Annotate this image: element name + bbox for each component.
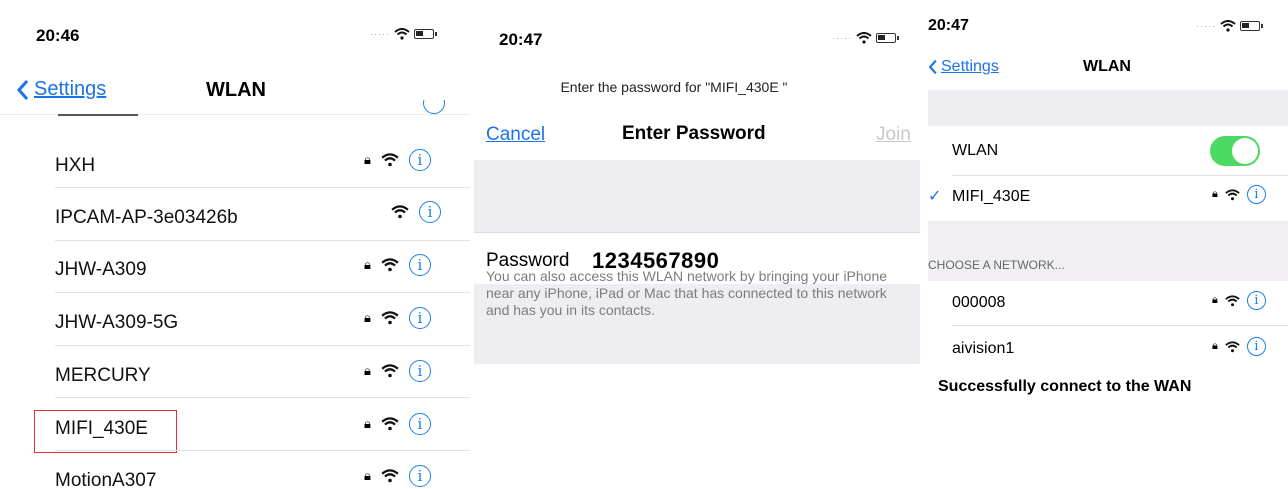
wifi-icon xyxy=(1220,20,1236,32)
network-name[interactable]: 000008 xyxy=(952,294,1005,312)
signal-dots-icon: ····· xyxy=(370,29,390,39)
lock-icon: 🔒︎ xyxy=(364,416,371,431)
chevron-left-icon xyxy=(16,79,29,100)
battery-icon xyxy=(876,33,899,43)
highlight-box xyxy=(34,410,177,453)
row-divider xyxy=(55,450,470,451)
back-button[interactable]: Settings xyxy=(928,58,999,76)
connected-network-name[interactable]: MIFI_430E xyxy=(952,188,1030,206)
join-button[interactable]: Join xyxy=(876,124,911,146)
row-icons: 🔒︎ i xyxy=(1212,291,1266,310)
row-icons: i xyxy=(391,201,441,223)
battery-icon xyxy=(414,29,437,39)
wifi-icon xyxy=(394,28,410,40)
row-divider xyxy=(55,345,470,346)
network-name[interactable]: aivision1 xyxy=(952,340,1014,358)
row-icons: 🔒︎ i xyxy=(364,360,431,382)
signal-dots-icon: ····· xyxy=(832,33,852,43)
wifi-icon xyxy=(381,364,399,378)
row-icons: 🔒︎ i xyxy=(1212,185,1266,204)
info-icon[interactable]: i xyxy=(408,465,431,487)
info-icon[interactable]: i xyxy=(419,201,441,223)
row-icons: 🔒︎ i xyxy=(364,149,431,171)
wifi-icon xyxy=(856,32,872,44)
wifi-icon xyxy=(1225,294,1240,306)
wifi-icon xyxy=(381,258,399,272)
signal-dots-icon: ····· xyxy=(1196,21,1216,31)
back-label: Settings xyxy=(34,78,107,100)
row-icons: 🔒︎ i xyxy=(1212,337,1266,356)
field-divider xyxy=(474,232,920,233)
lock-icon: 🔒︎ xyxy=(1212,294,1218,306)
lock-icon: 🔒︎ xyxy=(1212,340,1218,352)
wifi-icon xyxy=(381,469,399,483)
network-name: HXH xyxy=(55,155,96,176)
wifi-icon xyxy=(391,205,409,219)
wifi-icon xyxy=(1225,188,1240,200)
row-divider xyxy=(952,325,1288,326)
checkmark-icon: ✓ xyxy=(928,188,942,205)
status-time: 20:47 xyxy=(928,17,969,34)
wifi-icon xyxy=(381,311,399,325)
wlan-connected-screen: 20:47 ····· Settings WLAN WLAN ✓ MIFI_43… xyxy=(928,0,1288,489)
network-name: MERCURY xyxy=(55,365,151,386)
row-icons: 🔒︎ i xyxy=(364,254,431,276)
wifi-icon xyxy=(381,153,399,167)
lock-icon: 🔒︎ xyxy=(364,363,371,378)
enter-password-screen: 20:47 ····· Enter the password for "MIFI… xyxy=(474,0,920,489)
info-icon[interactable]: i xyxy=(408,413,431,435)
network-name: JHW-A309-5G xyxy=(55,312,179,333)
row-divider xyxy=(55,292,470,293)
row-divider xyxy=(55,187,470,188)
wifi-icon xyxy=(1225,340,1240,352)
cancel-button[interactable]: Cancel xyxy=(486,124,545,146)
section-header: CHOOSE A NETWORK... xyxy=(928,258,1065,272)
info-icon[interactable]: i xyxy=(1246,291,1266,310)
lock-icon: 🔒︎ xyxy=(1212,188,1218,200)
info-icon[interactable]: i xyxy=(1246,185,1266,204)
lock-icon: 🔒︎ xyxy=(364,152,371,167)
top-band xyxy=(928,90,1288,126)
lock-icon: 🔒︎ xyxy=(364,310,371,325)
wlan-label: WLAN xyxy=(952,142,999,159)
network-name: MotionA307 xyxy=(55,470,157,489)
info-icon[interactable]: i xyxy=(408,149,431,171)
status-icons: ····· xyxy=(370,28,437,40)
row-divider xyxy=(55,397,470,398)
info-icon[interactable]: i xyxy=(408,254,431,276)
row-icons: 🔒︎ i xyxy=(364,413,431,435)
info-icon[interactable]: i xyxy=(408,360,431,382)
chevron-left-icon xyxy=(928,59,937,75)
lock-icon: 🔒︎ xyxy=(364,468,371,483)
status-icons: ····· xyxy=(832,32,899,44)
password-prompt: Enter the password for "MIFI_430E " xyxy=(560,79,788,95)
row-icons: 🔒︎ i xyxy=(364,307,431,329)
lock-icon: 🔒︎ xyxy=(364,257,371,272)
status-time: 20:46 xyxy=(36,26,80,45)
spacer-band xyxy=(474,160,920,232)
row-divider xyxy=(55,240,470,241)
back-label: Settings xyxy=(941,58,999,75)
success-caption: Successfully connect to the WAN xyxy=(938,378,1192,395)
row-icons: 🔒︎ i xyxy=(364,465,431,487)
page-title: WLAN xyxy=(206,79,266,101)
network-name: JHW-A309 xyxy=(55,259,147,280)
page-title: Enter Password xyxy=(622,123,766,144)
info-icon[interactable]: i xyxy=(1246,337,1266,356)
back-button[interactable]: Settings xyxy=(16,78,106,101)
page-title: WLAN xyxy=(1083,58,1131,75)
row-divider xyxy=(952,175,1288,176)
clipped-row xyxy=(58,108,148,116)
hint-text: You can also access this WLAN network by… xyxy=(486,268,888,318)
network-name: IPCAM-AP-3e03426b xyxy=(55,207,238,228)
clipped-info-icon xyxy=(423,100,447,116)
wlan-toggle[interactable] xyxy=(1210,136,1260,166)
wlan-list-screen: 20:46 ····· Settings WLAN HXH 🔒︎ i IPCAM… xyxy=(0,0,470,489)
battery-icon xyxy=(1240,21,1263,31)
section-band xyxy=(928,221,1288,281)
status-time: 20:47 xyxy=(499,30,543,49)
wifi-icon xyxy=(381,417,399,431)
status-icons: ····· xyxy=(1196,20,1263,32)
info-icon[interactable]: i xyxy=(408,307,431,329)
